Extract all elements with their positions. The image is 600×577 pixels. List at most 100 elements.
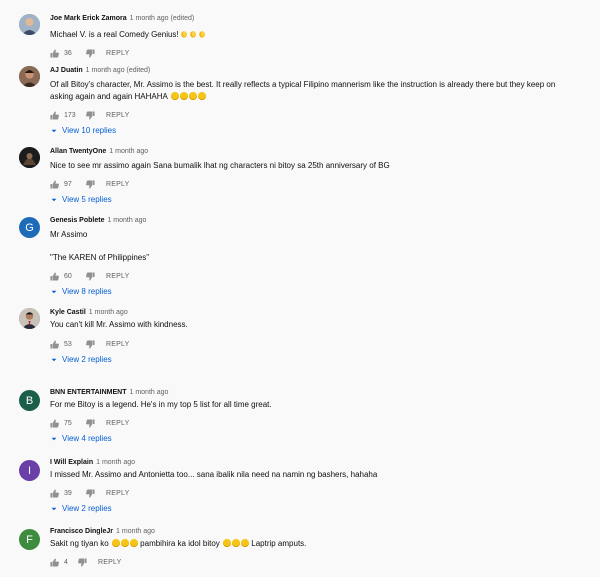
like-icon[interactable]	[50, 271, 59, 281]
rolling-laughing-face-icon	[170, 92, 179, 100]
comment-actions: 39 REPLY	[50, 487, 590, 499]
rolling-laughing-face-icon	[232, 539, 241, 547]
comment-actions: 53 REPLY	[50, 338, 590, 350]
comment-author[interactable]: Joe Mark Erick Zamora	[50, 15, 127, 22]
chevron-down-icon	[51, 129, 57, 132]
like-count: 36	[64, 49, 72, 57]
comment-author[interactable]: Genesis Poblete	[50, 217, 104, 224]
view-replies-button[interactable]: View 2 replies	[50, 504, 590, 513]
comment-author[interactable]: Allan TwentyOne	[50, 148, 106, 155]
comment-text: Sakit ng tiyan ko pambihira ka idol bito…	[50, 538, 590, 550]
like-count: 75	[64, 419, 72, 427]
comment-text-line: For me Bitoy is a legend. He's in my top…	[50, 400, 272, 409]
comment-timestamp[interactable]: 1 month ago	[107, 217, 146, 224]
like-icon[interactable]	[50, 110, 59, 120]
comment-text: For me Bitoy is a legend. He's in my top…	[50, 399, 590, 411]
comment-author[interactable]: BNN ENTERTAINMENT	[50, 389, 126, 396]
comment-text: You can't kill Mr. Assimo with kindness.	[50, 319, 590, 331]
comment-timestamp[interactable]: 1 month ago (edited)	[130, 15, 195, 22]
rolling-laughing-face-icon	[179, 92, 188, 100]
view-replies-button[interactable]: View 10 replies	[50, 126, 590, 135]
dislike-icon[interactable]	[78, 557, 87, 567]
like-icon[interactable]	[50, 488, 59, 498]
view-replies-button[interactable]: View 5 replies	[50, 195, 590, 204]
like-count: 53	[64, 340, 72, 348]
clapping-hands-icon	[180, 31, 187, 38]
like-count: 4	[64, 558, 68, 566]
like-icon[interactable]	[50, 418, 59, 428]
comment-text-line: Nice to see mr assimo again Sana bumalik…	[50, 161, 390, 170]
comment-text-line: Sakit ng tiyan ko	[50, 539, 109, 548]
comment-text: Mr Assimo "The KAREN of Philippines"	[50, 229, 590, 264]
clapping-hands-icon	[198, 31, 205, 38]
comment-author[interactable]: I Will Explain	[50, 459, 93, 466]
reply-button[interactable]: REPLY	[106, 490, 129, 497]
comment-timestamp[interactable]: 1 month ago	[96, 459, 135, 466]
view-replies-label: View 5 replies	[62, 195, 112, 204]
like-icon[interactable]	[50, 339, 59, 349]
avatar-letter: B	[25, 394, 34, 407]
comment-text-line: pambihira ka idol bitoy	[140, 539, 220, 548]
comment-author[interactable]: Kyle Castil	[50, 309, 86, 316]
avatar[interactable]: F	[19, 529, 40, 550]
avatar[interactable]	[19, 147, 40, 168]
dislike-icon[interactable]	[86, 48, 95, 58]
view-replies-label: View 10 replies	[62, 126, 117, 135]
view-replies-label: View 2 replies	[62, 355, 112, 364]
comment-author[interactable]: AJ Duatin	[50, 67, 83, 74]
comment-timestamp[interactable]: 1 month ago	[129, 389, 168, 396]
avatar[interactable]: I	[19, 460, 40, 481]
like-count: 173	[64, 111, 76, 119]
dislike-icon[interactable]	[86, 271, 95, 281]
reply-button[interactable]: REPLY	[106, 273, 129, 280]
avatar[interactable]: G	[19, 217, 40, 238]
comment-author[interactable]: Francisco DingleJr	[50, 528, 113, 535]
reply-button[interactable]: REPLY	[106, 181, 129, 188]
like-icon[interactable]	[50, 179, 59, 189]
reply-button[interactable]: REPLY	[106, 50, 129, 57]
view-replies-button[interactable]: View 2 replies	[50, 355, 590, 364]
avatar-letter: I	[27, 464, 32, 477]
dislike-icon[interactable]	[86, 110, 95, 120]
rolling-laughing-face-icon	[120, 539, 129, 547]
view-replies-label: View 8 replies	[62, 287, 112, 296]
avatar[interactable]	[19, 308, 40, 329]
avatar[interactable]	[19, 14, 40, 35]
comment-text-line: You can't kill Mr. Assimo with kindness.	[50, 320, 188, 329]
comment-text-line: Michael V. is a real Comedy Genius!	[50, 30, 179, 39]
view-replies-button[interactable]: View 8 replies	[50, 287, 590, 296]
like-icon[interactable]	[50, 48, 59, 58]
reply-button[interactable]: REPLY	[98, 559, 121, 566]
chevron-down-icon	[51, 437, 57, 440]
comment-text-line: Of all Bitoy's character, Mr. Assimo is …	[50, 80, 556, 101]
rolling-laughing-face-icon	[197, 92, 206, 100]
reply-button[interactable]: REPLY	[106, 420, 129, 427]
comment-actions: 97 REPLY	[50, 178, 590, 190]
avatar[interactable]: B	[19, 390, 40, 411]
rolling-laughing-face-icon	[188, 92, 197, 100]
comment-text-line: "The KAREN of Philippines"	[50, 253, 150, 262]
chevron-down-icon	[51, 507, 57, 510]
dislike-icon[interactable]	[86, 488, 95, 498]
comment-timestamp[interactable]: 1 month ago (edited)	[86, 67, 151, 74]
avatar[interactable]	[19, 66, 40, 87]
comment-actions: 173 REPLY	[50, 109, 590, 121]
comment-timestamp[interactable]: 1 month ago	[109, 148, 148, 155]
dislike-icon[interactable]	[86, 418, 95, 428]
comment-text-line: I missed Mr. Assimo and Antonietta too..…	[50, 470, 378, 479]
dislike-icon[interactable]	[86, 339, 95, 349]
comment-text: Michael V. is a real Comedy Genius!	[50, 29, 590, 41]
chevron-down-icon	[51, 358, 57, 361]
view-replies-label: View 4 replies	[62, 434, 112, 443]
view-replies-button[interactable]: View 4 replies	[50, 434, 590, 443]
comment-timestamp[interactable]: 1 month ago	[116, 528, 155, 535]
like-count: 97	[64, 180, 72, 188]
dislike-icon[interactable]	[86, 179, 95, 189]
rolling-laughing-face-icon	[241, 539, 250, 547]
comment-timestamp[interactable]: 1 month ago	[89, 309, 128, 316]
rolling-laughing-face-icon	[223, 539, 232, 547]
reply-button[interactable]: REPLY	[106, 341, 129, 348]
like-icon[interactable]	[50, 557, 59, 567]
reply-button[interactable]: REPLY	[106, 112, 129, 119]
comment-text: I missed Mr. Assimo and Antonietta too..…	[50, 469, 590, 481]
